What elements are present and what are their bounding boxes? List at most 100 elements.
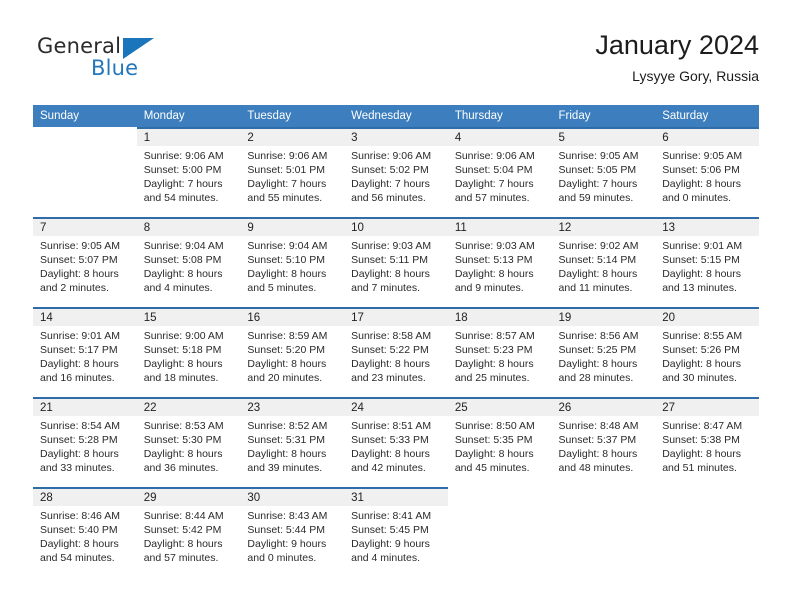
sunrise-text: Sunrise: 8:55 AM: [662, 330, 743, 342]
calendar-day-cell[interactable]: 4 Sunrise: 9:06 AM Sunset: 5:04 PM Daylight…: [447, 127, 552, 217]
daylight-text: Daylight: 8 hours and 57 minutes.: [143, 538, 223, 564]
sunset-text: Sunset: 5:45 PM: [351, 524, 429, 536]
sunrise-text: Sunrise: 9:05 AM: [40, 240, 120, 252]
day-number: 15: [136, 307, 241, 326]
day-cell-inner: 4 Sunrise: 9:06 AM Sunset: 5:04 PM Daylight…: [447, 127, 552, 217]
day-details: Sunrise: 9:04 AM Sunset: 5:10 PM Daylight:…: [240, 236, 344, 295]
sunrise-text: Sunrise: 8:44 AM: [143, 510, 224, 522]
calendar-day-cell[interactable]: 1 Sunrise: 9:06 AM Sunset: 5:00 PM Daylight…: [136, 127, 241, 217]
calendar-week-row: 14 Sunrise: 9:01 AM Sunset: 5:17 PM Dayligh…: [33, 307, 759, 397]
day-number: 13: [655, 217, 759, 236]
sunset-text: Sunset: 5:07 PM: [40, 254, 118, 266]
calendar-day-cell[interactable]: 13 Sunrise: 9:01 AM Sunset: 5:15 PM Dayligh…: [655, 217, 759, 307]
sunrise-text: Sunrise: 8:48 AM: [558, 420, 639, 432]
day-number: [33, 127, 137, 146]
calendar-day-cell[interactable]: 23 Sunrise: 8:52 AM Sunset: 5:31 PM Dayligh…: [240, 397, 345, 487]
calendar-week-row: 28 Sunrise: 8:46 AM Sunset: 5:40 PM Dayligh…: [33, 487, 759, 577]
calendar-day-cell[interactable]: 19 Sunrise: 8:56 AM Sunset: 5:25 PM Dayligh…: [551, 307, 656, 397]
calendar-day-cell[interactable]: 28 Sunrise: 8:46 AM Sunset: 5:40 PM Dayligh…: [33, 487, 137, 577]
sunset-text: Sunset: 5:37 PM: [558, 434, 637, 446]
calendar-day-cell[interactable]: 20 Sunrise: 8:55 AM Sunset: 5:26 PM Dayligh…: [655, 307, 759, 397]
day-details: Sunrise: 9:06 AM Sunset: 5:04 PM Daylight:…: [448, 146, 552, 205]
sunset-text: Sunset: 5:33 PM: [351, 434, 429, 446]
daylight-text: Daylight: 8 hours and 4 minutes.: [143, 268, 223, 294]
calendar-day-cell[interactable]: 11 Sunrise: 9:03 AM Sunset: 5:13 PM Dayligh…: [447, 217, 552, 307]
daylight-text: Daylight: 8 hours and 51 minutes.: [662, 448, 742, 474]
calendar-day-cell[interactable]: 22 Sunrise: 8:53 AM Sunset: 5:30 PM Dayligh…: [136, 397, 241, 487]
calendar-day-cell[interactable]: 8 Sunrise: 9:04 AM Sunset: 5:08 PM Daylight…: [136, 217, 241, 307]
daylight-text: Daylight: 8 hours and 30 minutes.: [662, 358, 742, 384]
calendar-day-cell[interactable]: 30 Sunrise: 8:43 AM Sunset: 5:44 PM Dayligh…: [240, 487, 345, 577]
calendar-day-cell[interactable]: 10 Sunrise: 9:03 AM Sunset: 5:11 PM Dayligh…: [344, 217, 448, 307]
page-title: January 2024: [595, 30, 759, 60]
sunrise-text: Sunrise: 9:06 AM: [247, 150, 328, 162]
day-details: Sunrise: 9:02 AM Sunset: 5:14 PM Daylight:…: [552, 236, 656, 295]
daylight-text: Daylight: 7 hours and 57 minutes.: [454, 178, 534, 204]
sunrise-text: Sunrise: 9:01 AM: [662, 240, 743, 252]
calendar-body: 1 Sunrise: 9:06 AM Sunset: 5:00 PM Daylight…: [33, 127, 759, 577]
calendar-day-cell[interactable]: 6 Sunrise: 9:05 AM Sunset: 5:06 PM Daylight…: [655, 127, 759, 217]
day-details: Sunrise: 9:04 AM Sunset: 5:08 PM Daylight:…: [137, 236, 241, 295]
calendar-day-cell[interactable]: 7 Sunrise: 9:05 AM Sunset: 5:07 PM Daylight…: [33, 217, 137, 307]
day-details: Sunrise: 8:57 AM Sunset: 5:23 PM Daylight:…: [448, 326, 552, 385]
day-number: 23: [240, 397, 345, 416]
day-number: 27: [655, 397, 759, 416]
day-cell-inner: [552, 487, 656, 577]
sunset-text: Sunset: 5:38 PM: [662, 434, 740, 446]
calendar-day-cell[interactable]: 14 Sunrise: 9:01 AM Sunset: 5:17 PM Dayligh…: [33, 307, 137, 397]
calendar-day-cell[interactable]: 16 Sunrise: 8:59 AM Sunset: 5:20 PM Dayligh…: [240, 307, 345, 397]
daylight-text: Daylight: 8 hours and 45 minutes.: [454, 448, 534, 474]
day-cell-inner: 9 Sunrise: 9:04 AM Sunset: 5:10 PM Daylight…: [240, 217, 345, 307]
calendar-day-cell[interactable]: 12 Sunrise: 9:02 AM Sunset: 5:14 PM Dayligh…: [551, 217, 656, 307]
calendar-day-cell[interactable]: 15 Sunrise: 9:00 AM Sunset: 5:18 PM Dayligh…: [136, 307, 241, 397]
daylight-text: Daylight: 8 hours and 39 minutes.: [247, 448, 327, 474]
day-details: Sunrise: 8:51 AM Sunset: 5:33 PM Daylight:…: [344, 416, 448, 475]
sunset-text: Sunset: 5:04 PM: [454, 164, 533, 176]
sunrise-text: Sunrise: 9:05 AM: [558, 150, 639, 162]
weekday-header-sunday: Sunday: [33, 105, 137, 127]
calendar-day-cell[interactable]: 2 Sunrise: 9:06 AM Sunset: 5:01 PM Daylight…: [240, 127, 345, 217]
day-details: Sunrise: 8:52 AM Sunset: 5:31 PM Daylight:…: [240, 416, 344, 475]
calendar-day-cell[interactable]: 27 Sunrise: 8:47 AM Sunset: 5:38 PM Dayligh…: [655, 397, 759, 487]
sunrise-text: Sunrise: 8:50 AM: [454, 420, 535, 432]
sunset-text: Sunset: 5:40 PM: [40, 524, 118, 536]
generalblue-logo[interactable]: General Blue: [33, 34, 203, 88]
calendar-day-cell[interactable]: 17 Sunrise: 8:58 AM Sunset: 5:22 PM Dayligh…: [344, 307, 448, 397]
calendar-day-cell[interactable]: 9 Sunrise: 9:04 AM Sunset: 5:10 PM Daylight…: [240, 217, 345, 307]
day-number: 1: [136, 127, 241, 146]
calendar-day-cell[interactable]: 24 Sunrise: 8:51 AM Sunset: 5:33 PM Dayligh…: [344, 397, 448, 487]
sunrise-text: Sunrise: 8:46 AM: [40, 510, 120, 522]
day-number: 9: [240, 217, 345, 236]
calendar-day-cell[interactable]: 21 Sunrise: 8:54 AM Sunset: 5:28 PM Dayligh…: [33, 397, 137, 487]
day-cell-inner: 27 Sunrise: 8:47 AM Sunset: 5:38 PM Dayligh…: [655, 397, 759, 487]
day-number: [552, 487, 656, 506]
calendar-day-cell[interactable]: 25 Sunrise: 8:50 AM Sunset: 5:35 PM Dayligh…: [447, 397, 552, 487]
calendar-day-cell[interactable]: 3 Sunrise: 9:06 AM Sunset: 5:02 PM Daylight…: [344, 127, 448, 217]
day-cell-inner: 21 Sunrise: 8:54 AM Sunset: 5:28 PM Dayligh…: [33, 397, 137, 487]
daylight-text: Daylight: 8 hours and 33 minutes.: [40, 448, 119, 474]
day-cell-inner: 11 Sunrise: 9:03 AM Sunset: 5:13 PM Dayligh…: [447, 217, 552, 307]
calendar-day-cell[interactable]: 29 Sunrise: 8:44 AM Sunset: 5:42 PM Dayligh…: [136, 487, 241, 577]
day-details: Sunrise: 9:01 AM Sunset: 5:17 PM Daylight:…: [33, 326, 137, 385]
calendar-day-cell[interactable]: 26 Sunrise: 8:48 AM Sunset: 5:37 PM Dayligh…: [551, 397, 656, 487]
calendar-day-cell[interactable]: 31 Sunrise: 8:41 AM Sunset: 5:45 PM Dayligh…: [344, 487, 448, 577]
day-number: 3: [344, 127, 448, 146]
sunset-text: Sunset: 5:05 PM: [558, 164, 637, 176]
logo-text-general: General: [37, 34, 122, 58]
sunset-text: Sunset: 5:11 PM: [351, 254, 428, 266]
sunset-text: Sunset: 5:35 PM: [454, 434, 533, 446]
day-details: Sunrise: 8:53 AM Sunset: 5:30 PM Daylight:…: [137, 416, 241, 475]
calendar-day-cell[interactable]: 18 Sunrise: 8:57 AM Sunset: 5:23 PM Dayligh…: [447, 307, 552, 397]
sunrise-text: Sunrise: 9:01 AM: [40, 330, 120, 342]
day-number: 29: [136, 487, 241, 506]
daylight-text: Daylight: 8 hours and 7 minutes.: [351, 268, 430, 294]
daylight-text: Daylight: 8 hours and 42 minutes.: [351, 448, 430, 474]
daylight-text: Daylight: 8 hours and 54 minutes.: [40, 538, 119, 564]
daylight-text: Daylight: 8 hours and 5 minutes.: [247, 268, 327, 294]
sunrise-text: Sunrise: 9:06 AM: [143, 150, 224, 162]
weekday-header-wednesday: Wednesday: [344, 105, 448, 127]
location-subtitle: Lysyye Gory, Russia: [632, 68, 759, 84]
sunrise-text: Sunrise: 8:47 AM: [662, 420, 743, 432]
calendar-day-cell[interactable]: 5 Sunrise: 9:05 AM Sunset: 5:05 PM Daylight…: [551, 127, 656, 217]
daylight-text: Daylight: 7 hours and 56 minutes.: [351, 178, 430, 204]
